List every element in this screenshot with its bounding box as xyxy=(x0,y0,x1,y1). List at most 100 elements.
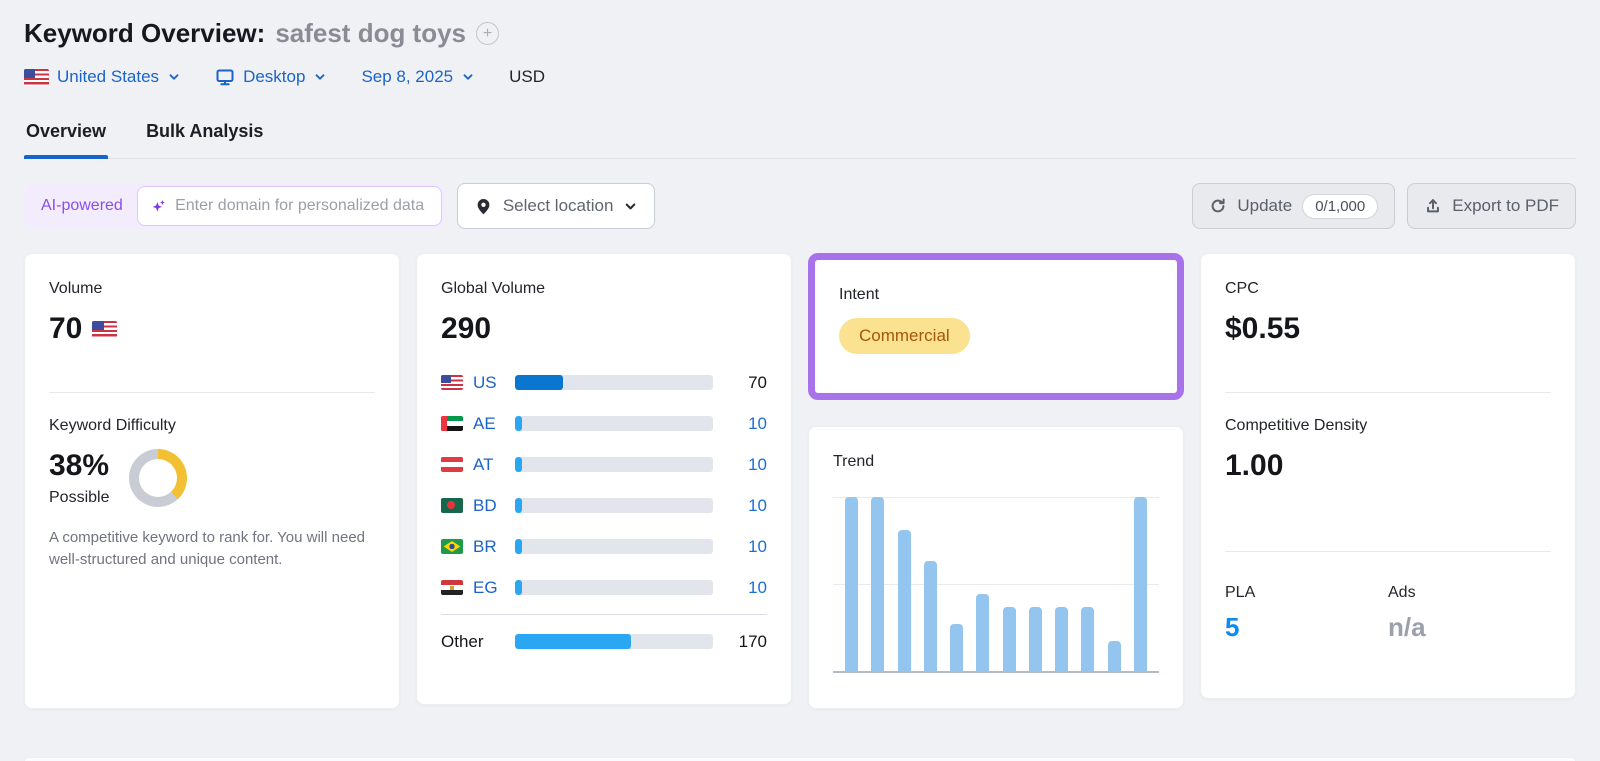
cpc-value: $0.55 xyxy=(1225,310,1300,348)
divider xyxy=(1225,392,1551,393)
global-volume-card: Global Volume 290 US 70 AE 10 AT 10 BD 1… xyxy=(416,253,792,705)
other-bar-fill xyxy=(515,634,631,649)
location-pin-icon xyxy=(474,197,493,216)
trend-bar xyxy=(871,497,884,671)
global-volume-value: 290 xyxy=(441,310,491,348)
divider xyxy=(441,614,767,615)
pla-label: PLA xyxy=(1225,582,1388,604)
metrics-grid: Volume 70 Keyword Difficulty 38% Possibl… xyxy=(24,253,1576,709)
country-volume-bar xyxy=(515,416,713,431)
country-flag-icon xyxy=(441,580,463,595)
country-flag-icon xyxy=(441,457,463,472)
country-volume-bar xyxy=(515,375,713,390)
trend-card: Trend xyxy=(808,426,1184,709)
date-selector[interactable]: Sep 8, 2025 xyxy=(361,67,475,87)
trend-bar xyxy=(1055,607,1068,671)
tab-bulk-analysis[interactable]: Bulk Analysis xyxy=(144,115,265,158)
plus-icon: + xyxy=(483,26,492,42)
volume-card: Volume 70 Keyword Difficulty 38% Possibl… xyxy=(24,253,400,709)
country-volume-row: BR 10 xyxy=(441,526,767,567)
next-row-card-edge xyxy=(24,757,1576,761)
country-volume-row: AT 10 xyxy=(441,444,767,485)
export-pdf-button[interactable]: Export to PDF xyxy=(1407,183,1576,229)
other-label: Other xyxy=(441,632,505,652)
volume-value: 70 xyxy=(49,310,82,348)
date-selector-label: Sep 8, 2025 xyxy=(361,67,453,87)
us-flag-icon xyxy=(92,321,117,338)
intent-trend-column: Intent Commercial Trend xyxy=(808,253,1184,709)
filters-bar: United States Desktop Sep 8, 2025 USD xyxy=(24,67,1576,87)
chevron-down-icon xyxy=(461,70,475,84)
country-code-link[interactable]: US xyxy=(473,373,505,393)
divider xyxy=(49,392,375,393)
domain-input-box xyxy=(137,186,442,226)
cpc-label: CPC xyxy=(1225,278,1551,300)
ai-powered-badge: AI-powered xyxy=(27,197,137,215)
country-selector[interactable]: United States xyxy=(24,67,181,87)
country-flag-icon xyxy=(441,375,463,390)
add-keyword-button[interactable]: + xyxy=(476,22,499,45)
country-volume-value[interactable]: 10 xyxy=(723,455,767,475)
country-flag-icon xyxy=(441,539,463,554)
trend-bar xyxy=(1003,607,1016,671)
page-header: Keyword Overview: safest dog toys + xyxy=(24,18,1576,49)
ads-value: n/a xyxy=(1388,612,1551,643)
trend-bar xyxy=(845,497,858,671)
country-volume-row: EG 10 xyxy=(441,567,767,608)
sparkles-icon xyxy=(150,197,167,216)
export-icon xyxy=(1424,197,1442,215)
other-volume-value: 170 xyxy=(723,632,767,652)
global-volume-label: Global Volume xyxy=(441,278,767,300)
keyword-overview-page: Keyword Overview: safest dog toys + Unit… xyxy=(0,0,1600,709)
device-selector[interactable]: Desktop xyxy=(215,67,327,87)
country-rows: US 70 AE 10 AT 10 BD 10 BR 10 EG 10 xyxy=(441,362,767,608)
country-code-link[interactable]: BR xyxy=(473,537,505,557)
trend-bar xyxy=(976,594,989,671)
us-flag-icon xyxy=(24,69,49,86)
country-volume-value[interactable]: 10 xyxy=(723,578,767,598)
trend-bar xyxy=(1081,607,1094,671)
country-volume-value[interactable]: 10 xyxy=(723,496,767,516)
trend-label: Trend xyxy=(833,451,1159,473)
monitor-icon xyxy=(215,67,235,87)
tab-overview[interactable]: Overview xyxy=(24,115,108,158)
country-flag-icon xyxy=(441,416,463,431)
update-quota-pill: 0/1,000 xyxy=(1302,194,1378,219)
other-volume-bar xyxy=(515,634,713,649)
ads-label: Ads xyxy=(1388,582,1551,604)
country-selector-label: United States xyxy=(57,67,159,87)
country-code-link[interactable]: AT xyxy=(473,455,505,475)
other-volume-row: Other 170 xyxy=(441,621,767,662)
currency-label: USD xyxy=(509,67,545,87)
keyword-difficulty-value: 38% xyxy=(49,449,109,483)
volume-label: Volume xyxy=(49,278,375,300)
trend-bars xyxy=(833,497,1159,671)
tab-bar: Overview Bulk Analysis xyxy=(24,115,1576,159)
country-flag-icon xyxy=(441,498,463,513)
trend-bar xyxy=(950,624,963,671)
domain-input[interactable] xyxy=(175,197,429,215)
update-label: Update xyxy=(1237,196,1292,216)
pla-value[interactable]: 5 xyxy=(1225,612,1388,643)
select-location-label: Select location xyxy=(503,196,614,216)
keyword-difficulty-label: Keyword Difficulty xyxy=(49,415,375,437)
chevron-down-icon xyxy=(167,70,181,84)
country-volume-row: AE 10 xyxy=(441,403,767,444)
country-volume-value[interactable]: 10 xyxy=(723,414,767,434)
update-button[interactable]: Update 0/1,000 xyxy=(1192,183,1395,229)
country-volume-value[interactable]: 10 xyxy=(723,537,767,557)
country-code-link[interactable]: EG xyxy=(473,578,505,598)
country-code-link[interactable]: AE xyxy=(473,414,505,434)
trend-bar xyxy=(924,561,937,671)
ai-powered-group: AI-powered xyxy=(24,183,445,229)
country-code-link[interactable]: BD xyxy=(473,496,505,516)
competitive-density-value: 1.00 xyxy=(1225,447,1283,485)
cpc-card: CPC $0.55 Competitive Density 1.00 PLA 5… xyxy=(1200,253,1576,699)
country-volume-value[interactable]: 70 xyxy=(723,373,767,393)
keyword-difficulty-level: Possible xyxy=(49,489,109,507)
trend-bar xyxy=(898,530,911,671)
country-volume-row: US 70 xyxy=(441,362,767,403)
chevron-down-icon xyxy=(623,199,638,214)
intent-badge: Commercial xyxy=(839,318,970,354)
select-location-button[interactable]: Select location xyxy=(457,183,656,229)
